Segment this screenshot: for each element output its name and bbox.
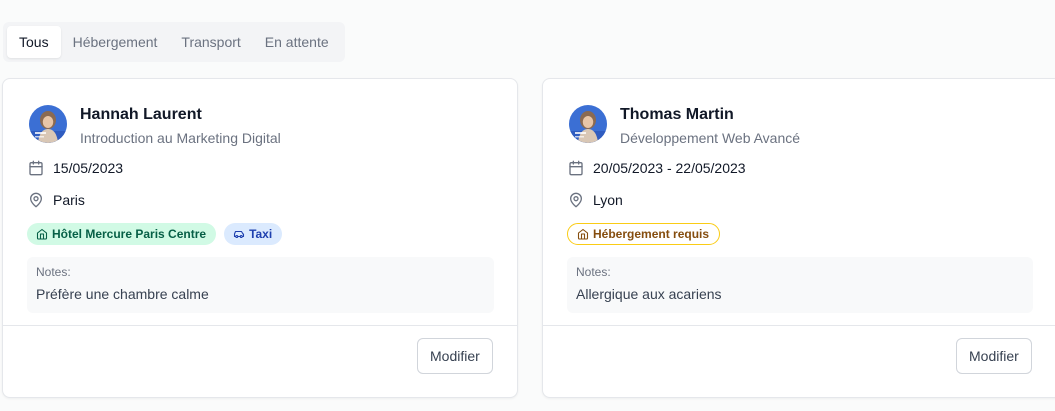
badge-list: Hôtel Mercure Paris Centre Taxi [27,223,283,245]
location-row: Lyon [568,192,623,208]
date-text: 15/05/2023 [53,160,124,176]
filter-tabs: Tous Hébergement Transport En attente [3,22,345,62]
notes-text: Préfère une chambre calme [36,286,209,302]
location-row: Paris [28,192,85,208]
participant-name: Hannah Laurent [80,106,202,123]
notes-box: Notes: Préfère une chambre calme [27,257,494,313]
participant-name: Thomas Martin [620,106,734,123]
transport-badge: Taxi [224,223,283,245]
avatar [569,105,607,143]
calendar-icon [29,160,43,176]
divider [543,325,1055,326]
notes-box: Notes: Allergique aux acariens [567,257,1033,313]
course-title: Introduction au Marketing Digital [80,130,281,146]
date-text: 20/05/2023 - 22/05/2023 [593,160,746,176]
edit-button[interactable]: Modifier [956,338,1032,374]
calendar-icon [569,160,583,176]
course-title: Développement Web Avancé [620,130,801,146]
map-pin-icon [30,192,42,208]
badge-list: Hébergement requis [567,223,721,245]
location-text: Paris [53,192,85,208]
participant-card: Hannah Laurent Introduction au Marketing… [2,78,518,398]
notes-label: Notes: [576,265,611,279]
participant-card: Thomas Martin Développement Web Avancé 2… [542,78,1055,398]
notes-label: Notes: [36,265,71,279]
tab-transport[interactable]: Transport [169,26,252,58]
map-pin-icon [570,192,582,208]
tab-en-attente[interactable]: En attente [253,26,341,58]
divider [3,325,517,326]
tab-hebergement[interactable]: Hébergement [61,26,170,58]
accommodation-badge: Hôtel Mercure Paris Centre [27,223,217,245]
home-icon [36,228,48,240]
notes-text: Allergique aux acariens [576,286,722,302]
badge-label: Hôtel Mercure Paris Centre [52,227,207,241]
badge-label: Taxi [249,227,273,241]
accommodation-required-badge: Hébergement requis [567,223,721,245]
avatar [29,105,67,143]
home-icon [577,228,589,240]
location-text: Lyon [593,192,623,208]
date-row: 20/05/2023 - 22/05/2023 [568,160,746,176]
car-icon [234,230,245,239]
edit-button[interactable]: Modifier [417,338,493,374]
tab-tous[interactable]: Tous [7,26,61,58]
badge-label: Hébergement requis [593,227,710,241]
date-row: 15/05/2023 [28,160,123,176]
